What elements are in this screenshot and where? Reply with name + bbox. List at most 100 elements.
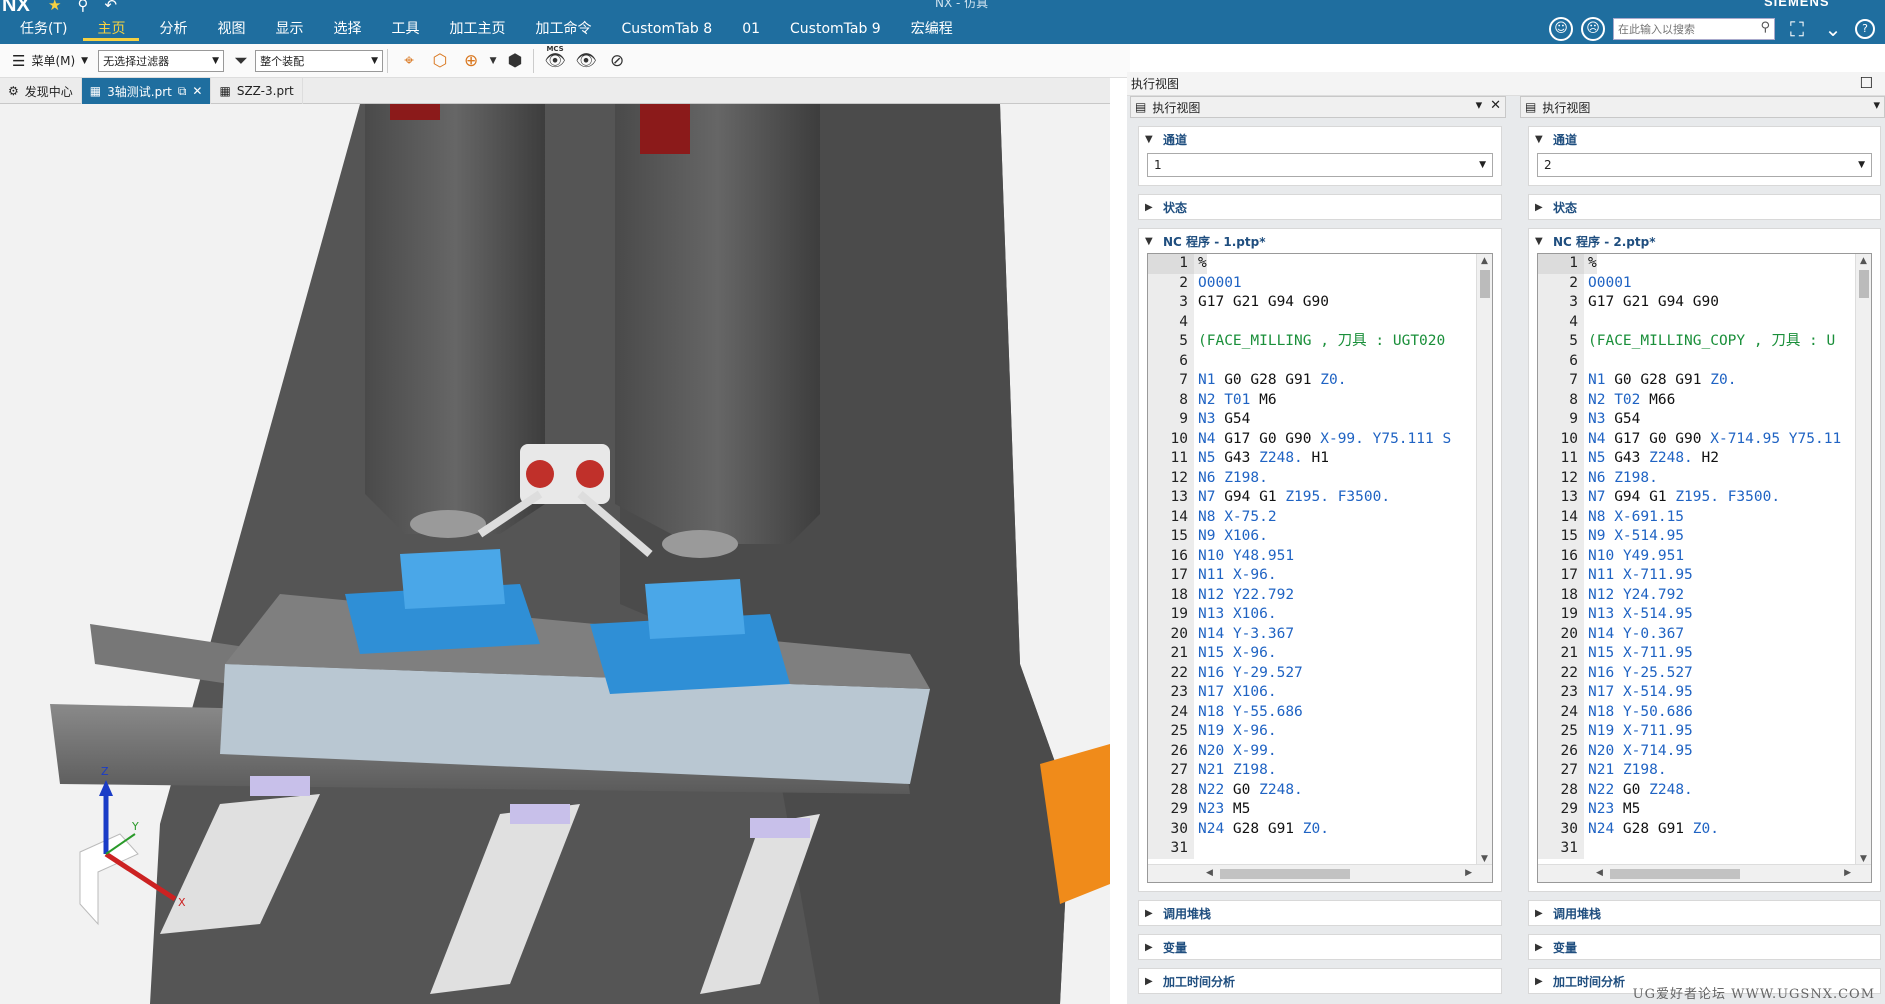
code-line[interactable]: 31 — [1538, 839, 1871, 859]
cube-view-icon[interactable]: ⬢ — [501, 47, 529, 75]
nc-program-section-header[interactable]: ▼ NC 程序 - 1.ptp* — [1139, 229, 1501, 253]
scroll-thumb[interactable] — [1480, 270, 1490, 298]
channel-section-header[interactable]: ▼ 通道 — [1529, 127, 1880, 151]
call-stack-section-header[interactable]: ▶ 调用堆栈 — [1139, 901, 1501, 925]
tab-szz-3[interactable]: ▦ SZZ-3.prt — [211, 78, 303, 104]
code-line[interactable]: 30 N24 G28 G91 Z0. — [1148, 819, 1492, 839]
code-line[interactable]: 30 N24 G28 G91 Z0. — [1538, 819, 1871, 839]
code-line[interactable]: 4 — [1538, 312, 1871, 332]
status-section-header[interactable]: ▶ 状态 — [1529, 195, 1880, 219]
code-line[interactable]: 25 N19 X-711.95 — [1538, 722, 1871, 742]
fullscreen-icon[interactable]: ⛶ — [1783, 17, 1811, 41]
code-line[interactable]: 11 N5 G43 Z248. H2 — [1538, 449, 1871, 469]
ribbon-tab[interactable]: CustomTab 9 — [790, 17, 881, 41]
code-line[interactable]: 9 N3 G54 — [1148, 410, 1492, 430]
code-line[interactable]: 22 N16 Y-29.527 — [1148, 663, 1492, 683]
bulb-icon[interactable]: ⚲ — [77, 0, 88, 14]
scroll-thumb[interactable] — [1859, 270, 1869, 298]
code-line[interactable]: 12 N6 Z198. — [1148, 468, 1492, 488]
call-stack-section-header[interactable]: ▶ 调用堆栈 — [1529, 901, 1880, 925]
scroll-up-icon[interactable]: ▲ — [1481, 256, 1488, 266]
code-line[interactable]: 18 N12 Y24.792 — [1538, 585, 1871, 605]
code-line[interactable]: 18 N12 Y22.792 — [1148, 585, 1492, 605]
code-line[interactable]: 9 N3 G54 — [1538, 410, 1871, 430]
vertical-scrollbar[interactable]: ▲ ▼ — [1855, 254, 1871, 866]
code-line[interactable]: 13 N7 G94 G1 Z195. F3500. — [1148, 488, 1492, 508]
ribbon-tab[interactable]: 宏编程 — [911, 17, 953, 41]
code-line[interactable]: 1% — [1538, 254, 1871, 274]
code-line[interactable]: 11 N5 G43 Z248. H1 — [1148, 449, 1492, 469]
assembly-scope-dropdown[interactable]: 整个装配 ▼ — [255, 49, 384, 72]
code-line[interactable]: 6 — [1148, 351, 1492, 371]
code-line[interactable]: 26 N20 X-99. — [1148, 741, 1492, 761]
code-line[interactable]: 5 (FACE_MILLING , 刀具 : UGT020 — [1148, 332, 1492, 352]
code-line[interactable]: 10 N4 G17 G0 G90 X-714.95 Y75.11 — [1538, 429, 1871, 449]
scroll-down-icon[interactable]: ▼ — [1481, 854, 1488, 864]
scroll-right-icon[interactable]: ▶ — [1465, 868, 1472, 878]
code-line[interactable]: 20 N14 Y-0.367 — [1538, 624, 1871, 644]
code-line[interactable]: 21 N15 X-711.95 — [1538, 644, 1871, 664]
code-line[interactable]: 13 N7 G94 G1 Z195. F3500. — [1538, 488, 1871, 508]
code-line[interactable]: 12 N6 Z198. — [1538, 468, 1871, 488]
undo-icon[interactable]: ↶ — [104, 0, 117, 14]
code-line[interactable]: 3 G17 G21 G94 G90 — [1538, 293, 1871, 313]
mcs-display-icon[interactable]: MCS 👁 — [541, 45, 569, 75]
horizontal-scrollbar[interactable]: ◀ ▶ — [1538, 864, 1871, 882]
ribbon-tab[interactable]: 01 — [742, 17, 760, 41]
code-line[interactable]: 5 (FACE_MILLING_COPY , 刀具 : U — [1538, 332, 1871, 352]
code-line[interactable]: 28 N22 G0 Z248. — [1148, 780, 1492, 800]
time-analysis-section-header[interactable]: ▶ 加工时间分析 — [1139, 969, 1501, 993]
variables-section-header[interactable]: ▶ 变量 — [1139, 935, 1501, 959]
code-line[interactable]: 24 N18 Y-55.686 — [1148, 702, 1492, 722]
scroll-thumb[interactable] — [1220, 869, 1350, 879]
tab-3axis-test[interactable]: ▦ 3轴测试.prt ⧉ ✕ — [81, 78, 212, 104]
code-line[interactable]: 8 N2 T01 M6 — [1148, 390, 1492, 410]
maximize-icon[interactable]: ☐ — [1860, 74, 1873, 92]
code-line[interactable]: 24 N18 Y-50.686 — [1538, 702, 1871, 722]
star-icon[interactable]: ★ — [48, 0, 61, 14]
ribbon-tab[interactable]: 加工命令 — [535, 17, 591, 41]
channel-dropdown[interactable]: 1 ▼ — [1147, 153, 1493, 177]
ribbon-tab[interactable]: 任务(T) — [20, 17, 67, 41]
frown-icon[interactable]: ☹ — [1581, 17, 1605, 41]
code-line[interactable]: 14 N8 X-691.15 — [1538, 507, 1871, 527]
code-line[interactable]: 8 N2 T02 M66 — [1538, 390, 1871, 410]
code-line[interactable]: 21 N15 X-96. — [1148, 644, 1492, 664]
ribbon-tab[interactable]: 分析 — [159, 17, 187, 41]
filter-icon[interactable]: ⏷ — [227, 47, 255, 75]
scroll-left-icon[interactable]: ◀ — [1596, 868, 1603, 878]
code-line[interactable]: 16 N10 Y48.951 — [1148, 546, 1492, 566]
code-line[interactable]: 7 N1 G0 G28 G91 Z0. — [1148, 371, 1492, 391]
nc-code-editor[interactable]: 1% 2 O0001 3 G17 G21 G94 G90 4 5 (FACE_MILLING_… — [1537, 253, 1872, 883]
variables-section-header[interactable]: ▶ 变量 — [1529, 935, 1880, 959]
channel-section-header[interactable]: ▼ 通道 — [1139, 127, 1501, 151]
vertical-scrollbar[interactable]: ▲ ▼ — [1476, 254, 1492, 866]
chevron-down-icon[interactable]: ▼ — [488, 47, 498, 75]
ribbon-tab[interactable]: 显示 — [275, 17, 303, 41]
code-line[interactable]: 4 — [1148, 312, 1492, 332]
code-line[interactable]: 20 N14 Y-3.367 — [1148, 624, 1492, 644]
code-line[interactable]: 31 — [1148, 839, 1492, 859]
chevron-down-icon[interactable]: ▾ — [1476, 98, 1483, 113]
scroll-up-icon[interactable]: ▲ — [1860, 256, 1867, 266]
graphics-viewport[interactable]: Z Y X — [0, 104, 1110, 1004]
code-line[interactable]: 3 G17 G21 G94 G90 — [1148, 293, 1492, 313]
help-icon[interactable]: ? — [1855, 19, 1875, 39]
search-icon[interactable]: ⚲ — [1760, 20, 1770, 35]
show-toolpath-icon[interactable]: 👁 — [572, 47, 600, 75]
code-line[interactable]: 28 N22 G0 Z248. — [1538, 780, 1871, 800]
snap-point-icon[interactable]: ⌖ — [395, 47, 423, 75]
main-menu-button[interactable]: ☰ 菜单(M) ▼ — [12, 52, 88, 70]
ribbon-tab[interactable]: 选择 — [333, 17, 361, 41]
scroll-left-icon[interactable]: ◀ — [1206, 868, 1213, 878]
code-line[interactable]: 22 N16 Y-25.527 — [1538, 663, 1871, 683]
ribbon-tab[interactable]: 工具 — [391, 17, 419, 41]
code-line[interactable]: 19 N13 X106. — [1148, 605, 1492, 625]
ribbon-tab[interactable]: 主页 — [83, 17, 140, 41]
code-line[interactable]: 27 N21 Z198. — [1148, 761, 1492, 781]
code-line[interactable]: 17 N11 X-96. — [1148, 566, 1492, 586]
code-line[interactable]: 23 N17 X106. — [1148, 683, 1492, 703]
code-line[interactable]: 15 N9 X-514.95 — [1538, 527, 1871, 547]
code-line[interactable]: 6 — [1538, 351, 1871, 371]
code-line[interactable]: 7 N1 G0 G28 G91 Z0. — [1538, 371, 1871, 391]
